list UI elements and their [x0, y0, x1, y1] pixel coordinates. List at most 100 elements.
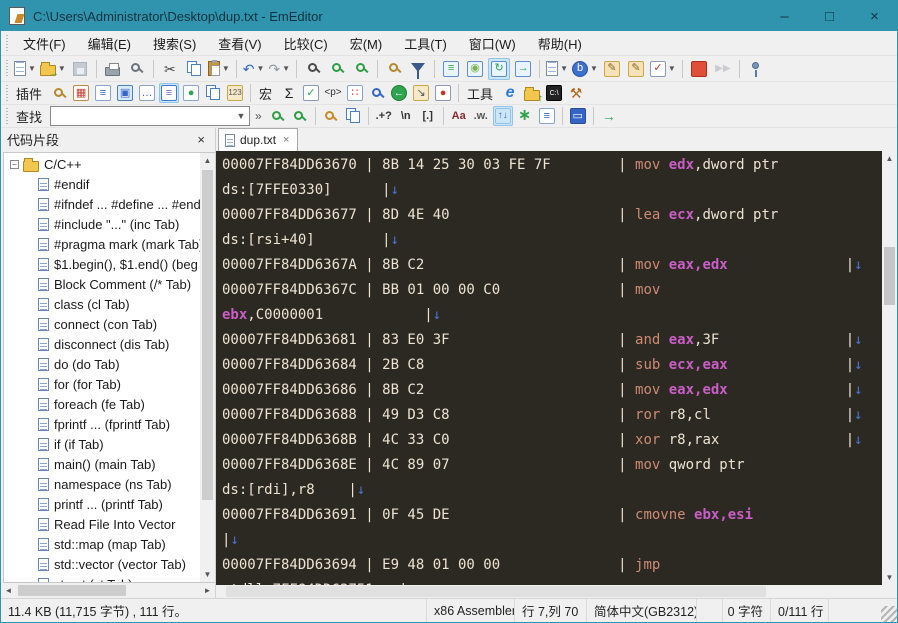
select-macro-button[interactable]: ✓ ▼: [649, 58, 677, 80]
macro-openwith-button[interactable]: [367, 83, 387, 103]
editor-text-area[interactable]: 00007FF84DD63670 | 8B 14 25 30 03 FE 7F …: [216, 151, 882, 585]
plugin-htmlbar-button[interactable]: ▦: [71, 83, 91, 103]
minimize-button[interactable]: –: [762, 1, 807, 31]
scroll-left-icon[interactable]: ◄: [1, 583, 16, 598]
snippet-item[interactable]: struct (st Tab): [4, 575, 200, 582]
fuzzy-toggle[interactable]: ∗: [515, 106, 535, 126]
snippet-item[interactable]: foreach (fe Tab): [4, 395, 200, 415]
menu-item-7[interactable]: 窗口(W): [458, 34, 527, 55]
snippet-item[interactable]: if (if Tab): [4, 435, 200, 455]
wrap-char-button[interactable]: ↻: [488, 57, 511, 80]
plugin-outputbar-button[interactable]: …: [137, 83, 157, 103]
snippet-item[interactable]: $1.begin(), $1.end() (beg Tab): [4, 255, 200, 275]
run-macro-button[interactable]: ▶▶: [712, 58, 734, 80]
snippet-item[interactable]: namespace (ns Tab): [4, 475, 200, 495]
save-button[interactable]: [69, 58, 91, 80]
copy-button[interactable]: [183, 58, 205, 80]
find-button[interactable]: [302, 58, 324, 80]
find-next-button[interactable]: [290, 106, 310, 126]
plugin-numbering-button[interactable]: 123: [225, 83, 245, 103]
menu-item-1[interactable]: 编辑(E): [77, 34, 142, 55]
print-button[interactable]: [102, 58, 124, 80]
dropdown-arrow-icon[interactable]: ▼: [560, 64, 568, 73]
display-button[interactable]: ▭: [568, 106, 588, 126]
plugin-webpreview-button[interactable]: ●: [181, 83, 201, 103]
open-file-button[interactable]: → ▼: [39, 58, 67, 80]
snippet-item[interactable]: #ifndef ... #define ... #endif: [4, 195, 200, 215]
snippet-item[interactable]: disconnect (dis Tab): [4, 335, 200, 355]
find-combobox[interactable]: ▼: [50, 106, 251, 127]
tree-root-c-cpp[interactable]: − C/C++: [4, 155, 200, 175]
menu-item-4[interactable]: 比较(C): [273, 34, 339, 55]
dropdown-arrow-icon[interactable]: ▼: [282, 64, 290, 73]
highlight-all-button[interactable]: [321, 106, 341, 126]
dropdown-arrow-icon[interactable]: ▼: [58, 64, 66, 73]
sidebar-close-icon[interactable]: ×: [193, 132, 209, 147]
scroll-right-icon[interactable]: ►: [200, 583, 215, 598]
snippet-item[interactable]: do (do Tab): [4, 355, 200, 375]
snippet-item[interactable]: #include "..." (inc Tab): [4, 215, 200, 235]
snippet-item[interactable]: std::map (map Tab): [4, 535, 200, 555]
editor-scroll-down-icon[interactable]: ▼: [882, 570, 897, 585]
close-button[interactable]: ×: [852, 1, 897, 31]
snippet-item[interactable]: Block Comment (/* Tab): [4, 275, 200, 295]
dropdown-arrow-icon[interactable]: ▼: [590, 64, 598, 73]
snippet-item[interactable]: printf ... (printf Tab): [4, 495, 200, 515]
collapse-expander-icon[interactable]: −: [10, 160, 19, 170]
sidebar-horizontal-scrollbar[interactable]: ◄ ►: [1, 583, 215, 598]
status-cursor-position[interactable]: 行 7,列 70: [515, 599, 587, 622]
find-next-button[interactable]: [350, 58, 372, 80]
cut-button[interactable]: ✂: [159, 58, 181, 80]
macro-stop-button[interactable]: ●: [433, 83, 453, 103]
wrap-window-button[interactable]: ◉: [464, 58, 486, 80]
plugin-wordcomplete-button[interactable]: [203, 83, 223, 103]
menu-item-3[interactable]: 查看(V): [207, 34, 272, 55]
macro-sum-button[interactable]: Σ: [279, 83, 299, 103]
snippet-item[interactable]: #pragma mark (mark Tab): [4, 235, 200, 255]
combo-dropdown-icon[interactable]: ▼: [233, 111, 249, 121]
menu-item-0[interactable]: 文件(F): [12, 34, 77, 55]
quick-macro-button[interactable]: ✎: [601, 58, 623, 80]
tab-dup-txt[interactable]: dup.txt ×: [218, 128, 299, 152]
plugin-snippets-button[interactable]: ≡: [159, 83, 180, 104]
match-case-toggle[interactable]: Aa: [449, 106, 469, 126]
macro-ruler-button[interactable]: ↘: [411, 83, 431, 103]
snippet-item[interactable]: for (for Tab): [4, 375, 200, 395]
regex-toggle[interactable]: .+?: [374, 106, 394, 126]
tool-browser-button[interactable]: e: [500, 83, 520, 103]
incremental-toggle[interactable]: ≡: [537, 106, 557, 126]
tool-folder-button[interactable]: ↑: [522, 83, 543, 103]
snippet-item[interactable]: main() (main Tab): [4, 455, 200, 475]
editor-horizontal-scrollbar[interactable]: [216, 585, 897, 598]
dropdown-arrow-icon[interactable]: ▼: [668, 64, 676, 73]
overflow-chevron-icon[interactable]: »: [255, 109, 262, 123]
filter-button[interactable]: [407, 58, 429, 80]
editor-scroll-up-icon[interactable]: ▲: [882, 151, 897, 166]
snippet-item[interactable]: std::vector (vector Tab): [4, 555, 200, 575]
undo-button[interactable]: ↶ ▼: [242, 58, 266, 80]
menu-item-6[interactable]: 工具(T): [393, 34, 458, 55]
bracket-toggle[interactable]: [.]: [418, 106, 438, 126]
snippet-item[interactable]: fprintf ... (fprintf Tab): [4, 415, 200, 435]
macro-tag-button[interactable]: <p>: [323, 83, 343, 103]
dropdown-arrow-icon[interactable]: ▼: [28, 64, 36, 73]
snippet-item[interactable]: connect (con Tab): [4, 315, 200, 335]
snippet-item[interactable]: class (cl Tab): [4, 295, 200, 315]
redo-button[interactable]: ↷ ▼: [267, 58, 291, 80]
tool-hammer-button[interactable]: ⚒: [566, 83, 586, 103]
dropdown-arrow-icon[interactable]: ▼: [222, 64, 230, 73]
plugin-explorer-button[interactable]: [49, 83, 69, 103]
scroll-down-icon[interactable]: ▼: [200, 567, 215, 582]
status-encoding[interactable]: 简体中文(GB2312): [587, 599, 697, 622]
whole-word-toggle[interactable]: .w.: [471, 106, 491, 126]
find-in-files-button[interactable]: [383, 58, 405, 80]
next-document-button[interactable]: →: [599, 106, 619, 126]
tab-close-icon[interactable]: ×: [283, 134, 289, 146]
paste-button[interactable]: ▼: [207, 58, 231, 80]
wrap-page-button[interactable]: →: [512, 58, 534, 80]
snippet-item[interactable]: Read File Into Vector: [4, 515, 200, 535]
encoding-button[interactable]: b ▼: [571, 58, 599, 80]
macro-back-button[interactable]: ←: [389, 83, 409, 103]
loop-search-toggle[interactable]: ↑↓: [492, 106, 513, 127]
resize-grip[interactable]: [881, 606, 897, 622]
